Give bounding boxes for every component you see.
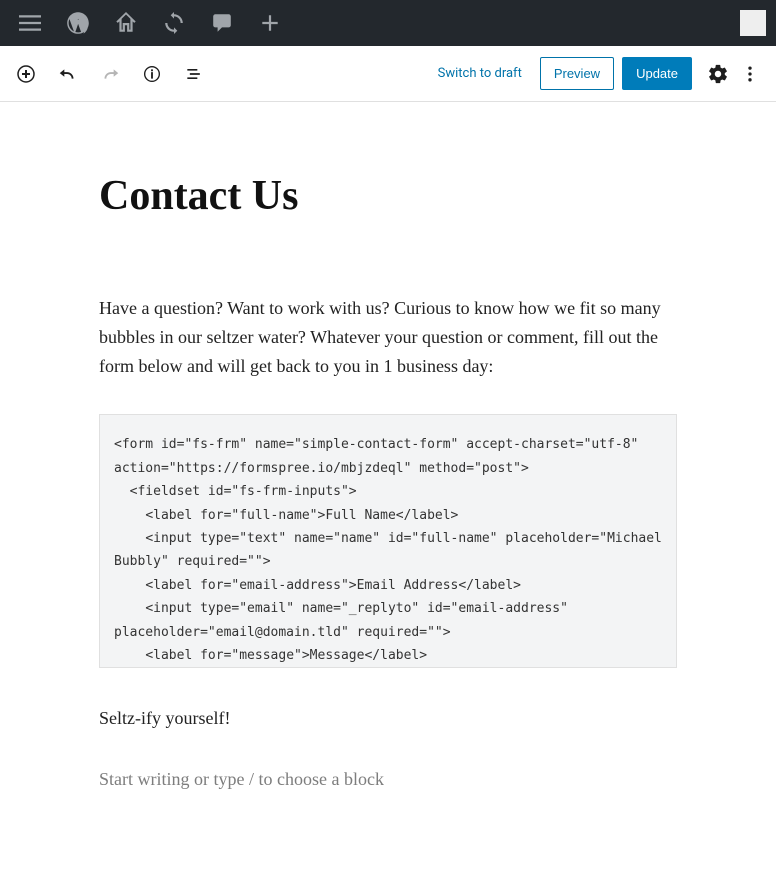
- switch-to-draft-button[interactable]: Switch to draft: [428, 58, 532, 89]
- comment-icon[interactable]: [198, 0, 246, 46]
- update-icon[interactable]: [150, 0, 198, 46]
- seltz-paragraph[interactable]: Seltz-ify yourself!: [99, 708, 677, 729]
- add-block-icon[interactable]: [14, 62, 38, 86]
- block-placeholder[interactable]: Start writing or type / to choose a bloc…: [99, 769, 677, 790]
- wordpress-icon[interactable]: [54, 0, 102, 46]
- more-options-icon[interactable]: [738, 62, 762, 86]
- wp-admin-bar: [0, 0, 776, 46]
- info-icon[interactable]: [140, 62, 164, 86]
- plus-icon[interactable]: [246, 0, 294, 46]
- preview-button[interactable]: Preview: [540, 57, 614, 90]
- settings-icon[interactable]: [706, 62, 730, 86]
- avatar[interactable]: [740, 10, 766, 36]
- editor-body[interactable]: Contact Us Have a question? Want to work…: [0, 102, 776, 887]
- redo-icon: [98, 62, 122, 86]
- undo-icon[interactable]: [56, 62, 80, 86]
- menu-icon[interactable]: [6, 0, 54, 46]
- home-icon[interactable]: [102, 0, 150, 46]
- outline-icon[interactable]: [182, 62, 206, 86]
- page-title[interactable]: Contact Us: [99, 172, 677, 220]
- intro-paragraph[interactable]: Have a question? Want to work with us? C…: [99, 294, 677, 380]
- editor-toolbar: Switch to draft Preview Update: [0, 46, 776, 102]
- update-button[interactable]: Update: [622, 57, 692, 90]
- html-code-block[interactable]: <form id="fs-frm" name="simple-contact-f…: [99, 414, 677, 668]
